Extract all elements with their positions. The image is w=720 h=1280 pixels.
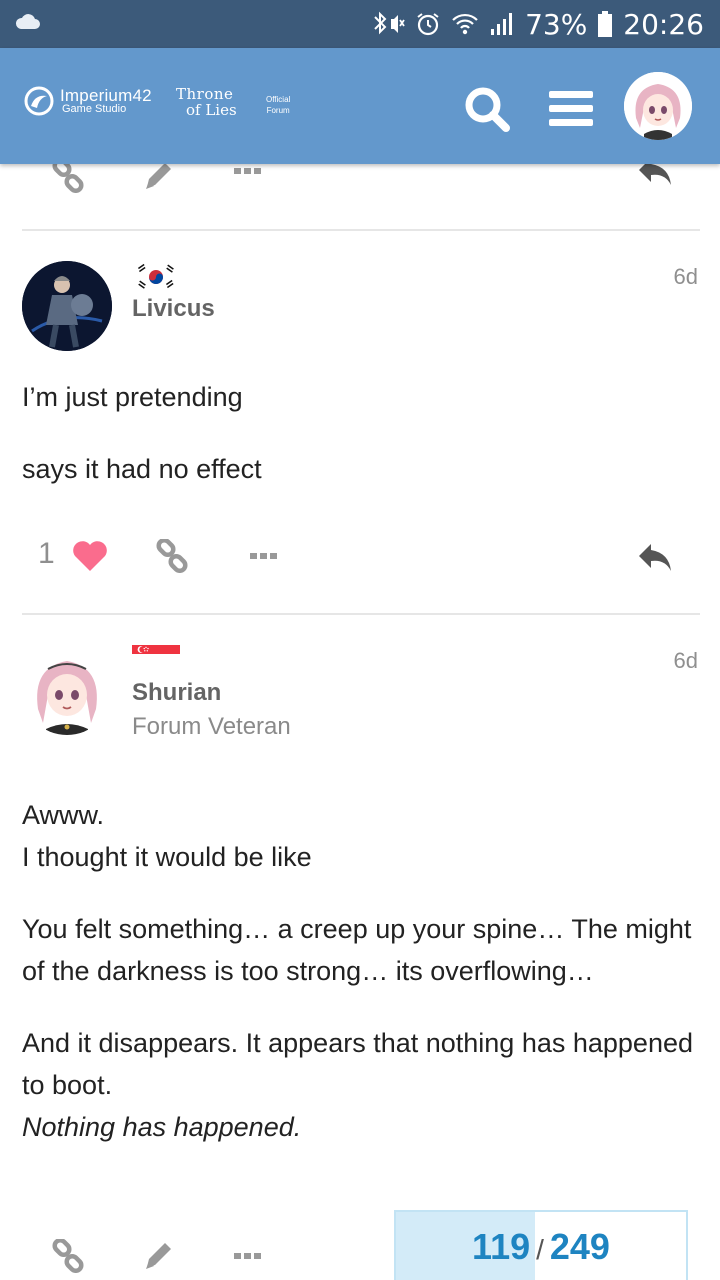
official-label: Official [266, 95, 291, 104]
link-icon [52, 159, 84, 193]
menu-icon [549, 91, 593, 126]
flag-icon [132, 645, 180, 668]
post-paragraph: And it disappears. It appears that nothi… [22, 1022, 698, 1148]
signal-icon [489, 11, 515, 37]
avatar[interactable] [22, 261, 112, 351]
menu-button[interactable] [544, 82, 598, 136]
share-link-button[interactable] [152, 536, 192, 576]
site-header: Imperium42 Game Studio Throne of Lies Of… [0, 48, 720, 164]
username[interactable]: Shurian [132, 679, 221, 707]
search-icon [465, 87, 510, 132]
post-date[interactable]: 6d [674, 264, 698, 290]
post-actions: 1 [0, 526, 720, 586]
brand-subtitle: Game Studio [62, 103, 127, 115]
link-icon [156, 539, 188, 573]
edit-button[interactable] [138, 1236, 178, 1276]
status-bar: 73% 20:26 [0, 0, 720, 48]
post-divider [22, 229, 700, 231]
post-body: I’m just pretending says it had no effec… [22, 376, 698, 520]
pencil-icon [146, 163, 171, 189]
brand-name: Imperium42 [60, 86, 152, 105]
progress-counter: 119/249 [396, 1226, 686, 1268]
post-line: I thought it would be like [22, 842, 312, 872]
post-divider [22, 613, 700, 615]
more-dots-icon [250, 553, 277, 559]
post-line: Awww. [22, 800, 105, 830]
official-forum-label: Official Forum [266, 94, 290, 116]
topic-progress[interactable]: 119/249 [394, 1210, 688, 1280]
more-dots-icon [234, 1253, 261, 1259]
clock: 20:26 [623, 7, 704, 41]
battery-percent: 73% [525, 7, 588, 41]
south-korea-flag-icon [134, 262, 178, 292]
wifi-icon [451, 11, 479, 37]
post-line: And it disappears. It appears that nothi… [22, 1028, 693, 1100]
reply-icon [639, 544, 671, 571]
post-paragraph: says it had no effect [22, 454, 262, 484]
pencil-icon [146, 1243, 171, 1269]
game-logo[interactable]: Throne of Lies [176, 86, 237, 118]
forum-label: Forum [266, 106, 290, 116]
share-link-button[interactable] [48, 1236, 88, 1276]
game-title-line2: of Lies [186, 101, 237, 119]
user-avatar[interactable] [624, 72, 692, 140]
post-paragraph: Awww. I thought it would be like [22, 794, 698, 878]
reply-button[interactable] [634, 536, 678, 576]
livicus-avatar-image [22, 261, 112, 351]
progress-separator: / [536, 1234, 544, 1265]
more-button[interactable] [228, 1241, 268, 1271]
heart-icon [73, 541, 107, 571]
search-button[interactable] [460, 82, 514, 136]
post-paragraph: I’m just pretending [22, 382, 243, 412]
avatar[interactable] [22, 645, 112, 735]
bluetooth-mute-icon [371, 11, 405, 37]
link-icon [52, 1239, 84, 1273]
more-button[interactable] [244, 541, 284, 571]
post-body: Awww. I thought it would be like You fel… [22, 794, 698, 1178]
post-paragraph: You felt something… a creep up your spin… [22, 914, 692, 986]
home-logo[interactable]: Imperium42 Game Studio [22, 84, 152, 118]
progress-current: 119 [472, 1226, 531, 1267]
cloud-icon [15, 14, 40, 29]
user-title: Forum Veteran [132, 713, 291, 740]
username[interactable]: Livicus [132, 295, 215, 323]
flag-icon [134, 262, 178, 297]
more-dots-icon [234, 168, 261, 174]
like-count[interactable]: 1 [38, 537, 55, 571]
like-button[interactable] [70, 536, 110, 576]
post-date[interactable]: 6d [674, 648, 698, 674]
singapore-flag-icon [132, 645, 180, 663]
alarm-icon [415, 11, 441, 37]
imperium42-logo-icon [24, 86, 54, 116]
user-avatar-image [624, 72, 692, 140]
shurian-avatar-image [22, 645, 112, 735]
progress-total: 249 [549, 1226, 610, 1267]
post-line-italic: Nothing has happened. [22, 1112, 302, 1142]
battery-icon [597, 10, 613, 38]
